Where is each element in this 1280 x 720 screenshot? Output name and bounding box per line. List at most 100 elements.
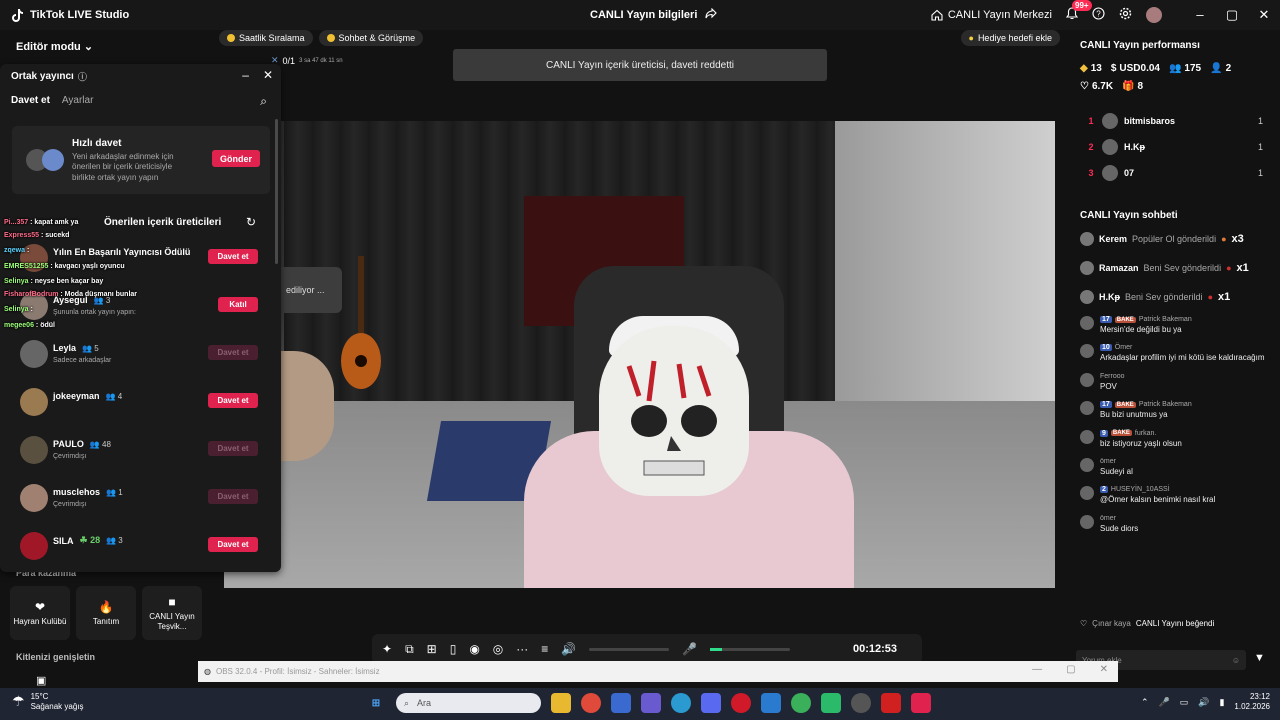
gift-box-icon[interactable]: ▣: [0, 674, 215, 687]
chat-user[interactable]: Ömer: [1115, 344, 1133, 351]
settings-gear-icon[interactable]: [1119, 7, 1132, 23]
avatar[interactable]: [1080, 231, 1094, 246]
chevron-up-icon[interactable]: ⌃: [1141, 697, 1149, 708]
join-button[interactable]: Katıl: [218, 297, 258, 312]
chrome-icon[interactable]: [581, 693, 601, 713]
send-button[interactable]: Gönder: [212, 150, 260, 167]
live-incentive-tile[interactable]: ■ CANLI Yayın Teşvik...: [142, 586, 202, 640]
gift-user[interactable]: H.Kᵽ: [1099, 292, 1120, 302]
obs-window-bar[interactable]: ◍ OBS 32.0.4 - Profil: İsimsiz - Sahnele…: [198, 661, 1118, 682]
avatar[interactable]: [20, 388, 48, 416]
avatar[interactable]: [20, 340, 48, 368]
chat-user[interactable]: furkan.: [1135, 430, 1156, 437]
youtube-icon[interactable]: [881, 693, 901, 713]
phone-icon[interactable]: ▯: [450, 642, 457, 656]
avatar[interactable]: [20, 436, 48, 464]
help-icon[interactable]: ?: [1092, 7, 1105, 23]
clock[interactable]: 23:12 1.02.2026: [1234, 692, 1270, 713]
store-icon[interactable]: [611, 693, 631, 713]
minimize-icon[interactable]: —: [1032, 664, 1042, 675]
gift-user[interactable]: Kerem: [1099, 234, 1127, 244]
refresh-icon[interactable]: ↻: [246, 215, 256, 229]
file-explorer-icon[interactable]: [551, 693, 571, 713]
creator-name[interactable]: Leyla: [53, 343, 76, 353]
screen-icon[interactable]: ⊞: [427, 642, 437, 656]
more-icon[interactable]: ···: [516, 642, 528, 656]
discord-icon[interactable]: [701, 693, 721, 713]
capture-icon[interactable]: ◎: [493, 642, 503, 656]
weather-widget[interactable]: ☂ 15°C Sağanak yağış: [12, 692, 84, 711]
obs-icon[interactable]: [851, 693, 871, 713]
chat-user[interactable]: ömer: [1100, 458, 1116, 465]
taskbar-search[interactable]: ⌕ Ara: [396, 693, 541, 713]
editor-mode-dropdown[interactable]: Editör modu ⌄: [16, 40, 93, 53]
mic-volume-slider[interactable]: [710, 647, 791, 651]
edge-icon[interactable]: [671, 693, 691, 713]
chat-meet-chip[interactable]: Sohbet & Görüşme: [318, 30, 424, 46]
avatar[interactable]: [1080, 316, 1094, 330]
speaker-icon[interactable]: 🔊: [561, 642, 576, 656]
chat-user[interactable]: Patrick Bakeman: [1139, 401, 1192, 408]
avatar[interactable]: [20, 484, 48, 512]
chat-user[interactable]: Ferrooo: [1100, 373, 1125, 380]
invite-button[interactable]: Davet et: [208, 249, 258, 264]
filter-icon[interactable]: ▼: [1254, 652, 1265, 664]
notifications-button[interactable]: 99+: [1065, 0, 1092, 23]
promote-tile[interactable]: 🔥 Tanıtım: [76, 586, 136, 640]
monitor-icon[interactable]: ▭: [1180, 697, 1189, 708]
search-icon[interactable]: ⌕: [260, 94, 267, 109]
live-center-button[interactable]: CANLI Yayın Merkezi: [931, 9, 1052, 21]
scrollbar[interactable]: [275, 119, 278, 264]
avatar[interactable]: [1080, 486, 1094, 501]
info-icon[interactable]: ⓘ: [78, 70, 87, 83]
creator-name[interactable]: musclehos: [53, 487, 100, 497]
minimize-icon[interactable]: –: [242, 68, 249, 82]
avatar[interactable]: [1080, 372, 1094, 387]
microphone-icon[interactable]: 🎤: [682, 642, 697, 656]
creator-name[interactable]: SILA: [53, 536, 74, 546]
mail-icon[interactable]: [761, 693, 781, 713]
ranking-row[interactable]: 1 bitmisbaros 1: [1080, 108, 1270, 134]
whatsapp-icon[interactable]: [821, 693, 841, 713]
creator-name[interactable]: jokeeyman: [53, 391, 100, 401]
creator-name[interactable]: Yılın En Başarılı Yayıncısı Ödülü: [53, 247, 190, 257]
avatar[interactable]: [1080, 514, 1094, 529]
mixer-icon[interactable]: ≡: [541, 642, 548, 656]
browser-icon[interactable]: [791, 693, 811, 713]
layout-icon[interactable]: ⧉: [405, 642, 414, 657]
ranking-row[interactable]: 2 H.Kᵽ 1: [1080, 134, 1270, 160]
minimize-icon[interactable]: –: [1184, 7, 1216, 23]
ranking-row[interactable]: 3 07 1: [1080, 160, 1270, 186]
mic-tray-icon[interactable]: 🎤: [1159, 697, 1170, 708]
chat-user[interactable]: ömer: [1100, 515, 1116, 522]
creator-name[interactable]: PAULO: [53, 439, 84, 449]
close-icon[interactable]: ✕: [1248, 7, 1280, 23]
magic-wand-icon[interactable]: ✦: [382, 642, 392, 656]
avatar[interactable]: [1080, 289, 1094, 304]
speaker-volume-slider[interactable]: [589, 647, 670, 651]
invite-button[interactable]: Davet et: [208, 393, 258, 408]
gift-user[interactable]: Ramazan: [1099, 263, 1139, 273]
avatar[interactable]: [1080, 260, 1094, 275]
emoji-icon[interactable]: ☺: [1232, 656, 1240, 665]
teams-icon[interactable]: [641, 693, 661, 713]
avatar[interactable]: [1080, 401, 1094, 416]
tiktok-live-icon[interactable]: [911, 693, 931, 713]
fan-club-tile[interactable]: ❤ Hayran Kulübü: [10, 586, 70, 640]
battery-icon[interactable]: ▮: [1219, 697, 1224, 708]
avatar[interactable]: [1080, 344, 1094, 359]
tab-invite[interactable]: Davet et: [11, 95, 50, 106]
maximize-icon[interactable]: ▢: [1066, 664, 1075, 675]
start-windows-icon[interactable]: ⊞: [366, 693, 386, 713]
maximize-icon[interactable]: ▢: [1216, 7, 1248, 23]
avatar[interactable]: [20, 532, 48, 560]
live-info-button[interactable]: CANLI Yayın bilgileri: [590, 7, 718, 22]
avatar[interactable]: [1080, 457, 1094, 472]
record-icon[interactable]: ◉: [469, 642, 479, 656]
volume-icon[interactable]: 🔊: [1198, 697, 1209, 708]
avatar[interactable]: [1080, 429, 1094, 444]
invite-button[interactable]: Davet et: [208, 537, 258, 552]
tab-settings[interactable]: Ayarlar: [62, 95, 94, 106]
profile-avatar[interactable]: [1146, 7, 1162, 23]
chat-user[interactable]: HUSEYİN_10ASSİ: [1111, 486, 1170, 493]
